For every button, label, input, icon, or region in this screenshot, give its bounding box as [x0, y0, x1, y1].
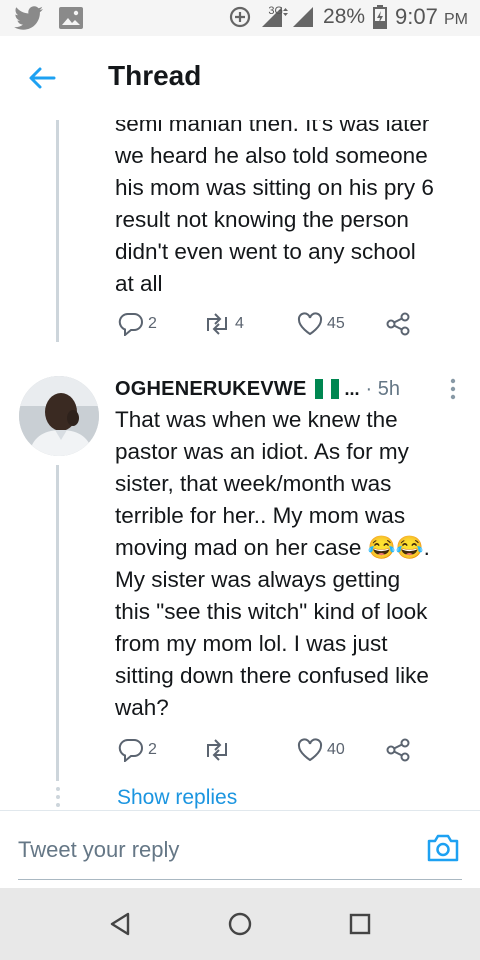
reply-icon	[118, 312, 143, 336]
tweet-line: result not knowing the person	[115, 207, 409, 232]
share-button[interactable]	[385, 312, 411, 336]
battery-icon	[373, 5, 388, 29]
nigeria-flag-icon	[314, 379, 339, 399]
name-truncation: ...	[344, 378, 360, 399]
tweet-line: My sister was always getting	[115, 567, 401, 592]
system-nav-bar	[0, 888, 480, 960]
show-replies-link[interactable]: Show replies	[117, 786, 237, 810]
signal-bars-icon	[293, 7, 314, 27]
tweet-line: we heard he also told someone	[115, 143, 428, 168]
tweet-actions: 2 4 45	[115, 312, 415, 342]
reply-composer: Tweet your reply	[0, 810, 480, 888]
tweet-text: That was when we knew the pastor was an …	[115, 404, 470, 724]
reply-button[interactable]: 2	[118, 738, 157, 762]
app-header: Thread	[0, 36, 480, 120]
back-arrow-icon[interactable]	[26, 62, 58, 94]
tweet-line: moving mad on her case 😂😂.	[115, 535, 430, 560]
network-type: 3G	[268, 5, 284, 17]
reply-count: 2	[148, 741, 157, 758]
tweet-line: semi mahlah then. It's was later	[115, 120, 430, 136]
retweet-count: 4	[235, 315, 244, 332]
author-name[interactable]: OGHENERUKEVWE	[115, 378, 307, 401]
tweet-time: · 5h	[365, 377, 400, 400]
nav-recents-icon[interactable]	[346, 910, 374, 938]
reply-input[interactable]: Tweet your reply	[18, 837, 179, 863]
tweet-author-row: OGHENERUKEVWE ... · 5h	[115, 374, 470, 404]
clock-time: 9:07	[395, 4, 438, 29]
nav-back-icon[interactable]	[106, 910, 134, 938]
tweet-line: his mom was sitting on his pry 6	[115, 175, 434, 200]
more-options-icon[interactable]	[450, 378, 456, 400]
clock-ampm: PM	[444, 11, 468, 28]
page-title: Thread	[108, 60, 202, 91]
avatar[interactable]	[19, 376, 99, 456]
tweet-line: pastor was an idiot. As for my	[115, 439, 409, 464]
tweet-line: this "see this witch" kind of look	[115, 599, 428, 624]
camera-icon[interactable]	[426, 833, 460, 863]
battery-percent: 28%	[323, 5, 366, 28]
retweet-button[interactable]	[203, 738, 235, 762]
heart-icon	[297, 738, 323, 762]
reply-button[interactable]: 2	[118, 312, 157, 336]
tweet-line: at all	[115, 271, 163, 296]
heart-icon	[297, 312, 323, 336]
tweet-line: sitting down there confused like	[115, 663, 429, 688]
share-button[interactable]	[385, 738, 411, 762]
data-saver-icon	[230, 6, 251, 28]
gallery-icon	[59, 7, 83, 29]
tweet-line: sister, that week/month was	[115, 471, 392, 496]
input-underline	[18, 879, 462, 880]
tweet-line: didn't even went to any school	[115, 239, 416, 264]
share-icon	[386, 738, 410, 762]
reply-icon	[118, 738, 143, 762]
tweet-line: That was when we knew the	[115, 407, 398, 432]
like-button[interactable]: 45	[297, 312, 345, 336]
tweet-line: from my mom lol. I was just	[115, 631, 388, 656]
tweet-actions: 2 40	[115, 738, 415, 768]
like-count: 45	[327, 315, 345, 332]
tweet-line: wah?	[115, 695, 169, 720]
thread-connector-line	[56, 465, 59, 781]
tweet-text: semi mahlah then. It's was later we hear…	[115, 120, 470, 300]
retweet-button[interactable]: 4	[203, 312, 244, 336]
retweet-icon	[207, 739, 227, 761]
like-button[interactable]: 40	[297, 738, 345, 762]
status-bar: 3G 28% 9:07 PM	[0, 0, 480, 36]
share-icon	[386, 312, 410, 336]
twitter-bird-icon	[14, 6, 43, 30]
thread-connector-line	[56, 120, 59, 342]
nav-home-icon[interactable]	[226, 910, 254, 938]
like-count: 40	[327, 741, 345, 758]
thread-view[interactable]: semi mahlah then. It's was later we hear…	[0, 120, 480, 810]
retweet-icon	[207, 313, 227, 335]
reply-count: 2	[148, 315, 157, 332]
thread-dots-icon	[56, 787, 60, 807]
tweet-line: terrible for her.. My mom was	[115, 503, 406, 528]
